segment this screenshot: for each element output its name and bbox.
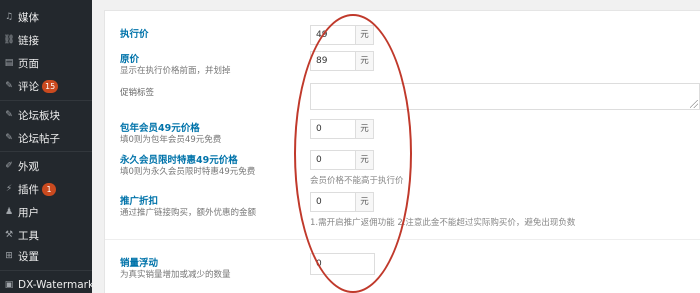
- sidebar-item-media[interactable]: ♫ 媒体: [0, 6, 92, 28]
- page-icon: ▤: [4, 58, 14, 68]
- sidebar-item-forum-posts[interactable]: ✎ 论坛帖子: [0, 127, 92, 149]
- media-icon: ♫: [4, 12, 14, 22]
- exec-price-unit: 元: [355, 26, 373, 44]
- referral-discount-unit: 元: [355, 193, 373, 211]
- sidebar-item-label: 论坛板块: [18, 109, 60, 122]
- annual-vip-price-desc: 填0则为包年会员49元免费: [120, 135, 222, 145]
- exec-price-value: 49: [316, 30, 328, 40]
- exec-price-title: 执行价: [120, 29, 149, 40]
- referral-discount-desc: 通过推广链接购买，额外优惠的金额: [120, 208, 257, 218]
- sidebar-item-appearance[interactable]: ✐ 外观: [0, 155, 92, 177]
- sidebar-item-label: 链接: [18, 34, 39, 47]
- referral-discount-hint: 1.需开启推广返佣功能 2.注意此金不能超过实际购买价，避免出现负数: [310, 218, 576, 228]
- sidebar-item-label: 工具: [18, 229, 39, 242]
- product-price-settings-panel: 执行价 49 元 原价 显示在执行价格前面，并划掉 89 元 促销标签 包年会员…: [104, 10, 700, 293]
- lifetime-vip-price-unit: 元: [355, 151, 373, 169]
- sidebar-separator: [0, 151, 92, 152]
- sidebar-item-links[interactable]: ⛓ 链接: [0, 29, 92, 51]
- plugins-update-badge: 1: [42, 182, 56, 196]
- promo-tag-textarea[interactable]: [310, 83, 700, 110]
- settings-icon: ⊞: [5, 251, 13, 261]
- sidebar-separator: [0, 270, 92, 271]
- annual-vip-price-value: 0: [316, 124, 322, 134]
- referral-discount-title: 推广折扣: [120, 196, 159, 207]
- sidebar-item-label: 插件: [18, 183, 39, 196]
- sales-boost-desc: 为真实销量增加或减少的数量: [120, 270, 231, 280]
- sales-boost-input[interactable]: 0: [310, 253, 375, 275]
- sidebar-item-label: 论坛帖子: [18, 132, 60, 145]
- sidebar-item-label: 页面: [18, 57, 39, 70]
- wrench-icon: ⚒: [4, 230, 14, 240]
- plugin-icon: ⚡: [5, 184, 13, 194]
- admin-sidebar: ♫ 媒体 ⛓ 链接 ▤ 页面 ✎ 评论 15 ✎ 论坛板块 ✎ 论坛帖子 ✐ 外…: [0, 0, 95, 293]
- exec-price-input[interactable]: 49 元: [310, 25, 374, 45]
- sales-boost-title: 销量浮动: [120, 258, 159, 269]
- sidebar-item-tools[interactable]: ⚒ 工具: [0, 224, 92, 246]
- comment-icon: ✎: [5, 81, 13, 91]
- sidebar-item-label: 设置: [18, 250, 39, 263]
- watermark-icon: ▣: [4, 280, 14, 290]
- original-price-desc: 显示在执行价格前面，并划掉: [120, 66, 231, 76]
- annual-vip-price-title: 包年会员49元价格: [120, 123, 200, 134]
- sales-boost-value: 0: [316, 259, 322, 269]
- sidebar-item-dx-watermark[interactable]: ▣ DX-Watermark: [0, 274, 95, 293]
- user-icon: ♟: [4, 207, 14, 217]
- sidebar-item-forum-boards[interactable]: ✎ 论坛板块: [0, 104, 92, 126]
- lifetime-vip-price-value: 0: [316, 155, 322, 165]
- lifetime-vip-price-title: 永久会员限时特惠49元价格: [120, 155, 238, 166]
- referral-discount-input[interactable]: 0 元: [310, 192, 374, 212]
- sidebar-item-settings[interactable]: ⊞ 设置: [0, 245, 92, 267]
- sidebar-item-label: 用户: [18, 206, 39, 219]
- sidebar-item-pages[interactable]: ▤ 页面: [0, 52, 92, 74]
- referral-discount-value: 0: [316, 197, 322, 207]
- annual-vip-price-input[interactable]: 0 元: [310, 119, 374, 139]
- resize-handle-icon[interactable]: [690, 100, 698, 108]
- comments-count-badge: 15: [42, 79, 59, 93]
- brush-icon: ✐: [5, 161, 13, 171]
- sidebar-item-label: 媒体: [18, 11, 39, 24]
- sidebar-item-label: 外观: [18, 160, 39, 173]
- original-price-input[interactable]: 89 元: [310, 51, 374, 71]
- original-price-title: 原价: [120, 54, 140, 65]
- vip-price-hint: 会员价格不能高于执行价: [310, 176, 404, 186]
- link-icon: ⛓: [3, 35, 15, 45]
- sidebar-item-plugins[interactable]: ⚡ 插件 1: [0, 178, 92, 200]
- promo-tag-label: 促销标签: [120, 88, 155, 98]
- sidebar-item-users[interactable]: ♟ 用户: [0, 201, 92, 223]
- original-price-value: 89: [316, 56, 328, 66]
- forum-icon: ✎: [5, 133, 13, 143]
- sidebar-item-label: DX-Watermark: [18, 279, 95, 291]
- sidebar-item-label: 评论: [18, 80, 39, 93]
- lifetime-vip-price-input[interactable]: 0 元: [310, 150, 374, 170]
- sidebar-item-comments[interactable]: ✎ 评论 15: [0, 75, 92, 97]
- sidebar-separator: [0, 100, 92, 101]
- original-price-unit: 元: [355, 52, 373, 70]
- lifetime-vip-price-desc: 填0则为永久会员限时特惠49元免费: [120, 167, 256, 177]
- forum-icon: ✎: [5, 110, 13, 120]
- annual-vip-price-unit: 元: [355, 120, 373, 138]
- section-divider: [105, 239, 700, 240]
